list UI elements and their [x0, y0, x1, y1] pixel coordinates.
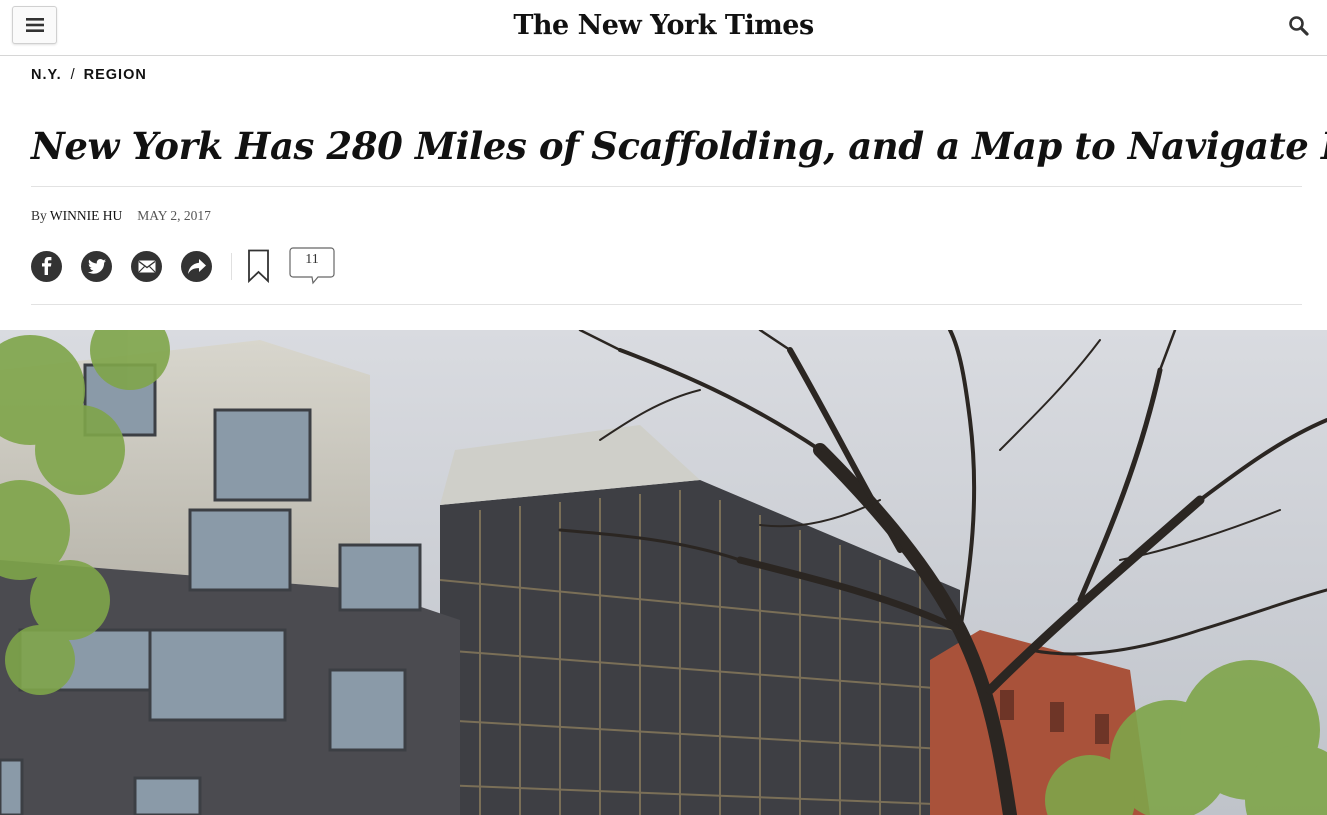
hero-photo-illustration: [0, 330, 1327, 815]
share-icon: [187, 258, 206, 274]
search-button[interactable]: [1287, 14, 1311, 38]
email-share-button[interactable]: [131, 250, 162, 282]
publish-date: MAY 2, 2017: [137, 208, 211, 223]
share-divider-rule: [31, 304, 1302, 305]
hero-photo: [0, 330, 1327, 815]
site-logo[interactable]: The New York Times: [0, 6, 1327, 46]
twitter-share-button[interactable]: [81, 250, 112, 282]
bookmark-icon: [248, 249, 269, 284]
top-navigation-bar: The New York Times: [0, 0, 1327, 56]
byline-label: By WINNIE HU: [31, 208, 122, 224]
share-divider: [231, 252, 232, 280]
more-share-button[interactable]: [181, 250, 212, 282]
article-headline: New York Has 280 Miles of Scaffolding, a…: [31, 124, 1327, 168]
author-link[interactable]: WINNIE HU: [50, 208, 122, 223]
breadcrumb: N.Y. / REGION: [31, 67, 147, 83]
facebook-share-button[interactable]: [31, 250, 62, 282]
headline-divider: [31, 186, 1302, 187]
byline-prefix: By: [31, 208, 47, 223]
search-icon: [1289, 16, 1309, 36]
save-bookmark-button[interactable]: [247, 249, 271, 284]
comment-count: 11: [305, 252, 319, 267]
comments-button[interactable]: 11: [289, 247, 335, 285]
facebook-icon: [41, 257, 51, 275]
twitter-icon: [87, 258, 106, 274]
share-tools: 11: [31, 247, 335, 285]
email-icon: [138, 260, 155, 272]
breadcrumb-separator: /: [70, 67, 75, 83]
breadcrumb-section-link[interactable]: N.Y.: [31, 67, 62, 83]
byline: By WINNIE HU MAY 2, 2017: [31, 208, 211, 224]
breadcrumb-subsection-link[interactable]: REGION: [84, 67, 147, 83]
